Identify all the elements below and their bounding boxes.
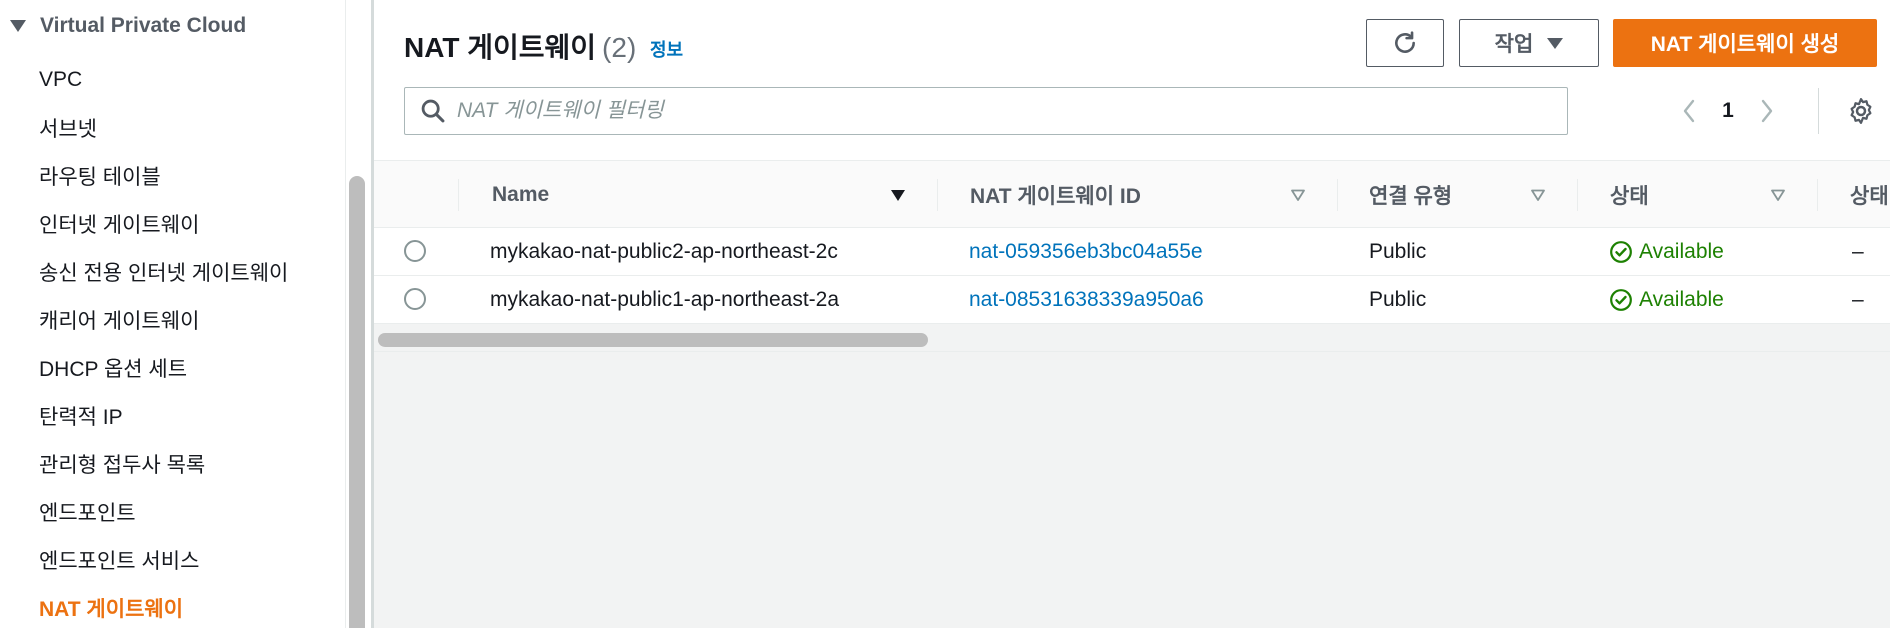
main-content: NAT 게이트웨이 (2) 정보 작업 NAT 게이트웨이 생성 NAT 게이트… (374, 0, 1890, 628)
cell-nat-gateway-id-link[interactable]: nat-08531638339a950a6 (969, 276, 1204, 324)
row-select-radio[interactable] (404, 288, 426, 310)
preferences-button[interactable] (1844, 94, 1878, 128)
table-header-row: Name NAT 게이트웨이 ID 연결 유형 상태 상태 (374, 160, 1890, 228)
column-header-id[interactable]: NAT 게이트웨이 ID (970, 161, 1141, 229)
sort-icon[interactable] (1290, 187, 1306, 203)
column-header-state[interactable]: 상태 (1610, 161, 1649, 229)
table-body: mykakao-nat-public2-ap-northeast-2c nat-… (374, 228, 1890, 324)
nav-item-internet-gateways[interactable]: 인터넷 게이트웨이 (39, 200, 288, 248)
cell-name: mykakao-nat-public1-ap-northeast-2a (490, 288, 840, 311)
refresh-button[interactable] (1366, 19, 1444, 67)
check-circle-icon (1610, 241, 1632, 263)
create-nat-gateway-button[interactable]: NAT 게이트웨이 생성 (1613, 19, 1877, 67)
cell-connectivity-type: Public (1369, 240, 1427, 263)
nav-section-title: Virtual Private Cloud (40, 14, 247, 37)
cell-state-message: – (1852, 240, 1864, 263)
cell-state-message: – (1852, 288, 1864, 311)
column-header-connectivity-type[interactable]: 연결 유형 (1369, 161, 1452, 229)
nav-item-prefix-lists[interactable]: 관리형 접두사 목록 (39, 440, 288, 488)
actions-label: 작업 (1494, 33, 1534, 56)
nav-item-endpoint-services[interactable]: 엔드포인트 서비스 (39, 536, 288, 584)
pagination-divider (1818, 88, 1819, 134)
caret-down-icon (10, 20, 26, 32)
table-row[interactable]: mykakao-nat-public1-ap-northeast-2a nat-… (374, 276, 1890, 324)
state-text: Available (1639, 240, 1724, 263)
column-separator (1577, 179, 1578, 211)
row-select-radio[interactable] (404, 240, 426, 262)
search-input[interactable] (457, 99, 1537, 123)
search-icon (421, 99, 445, 123)
column-header-name[interactable]: Name (492, 161, 549, 229)
sidebar-scrollbar-thumb[interactable] (349, 176, 365, 628)
actions-dropdown[interactable]: 작업 (1459, 19, 1599, 67)
item-count: (2) (602, 32, 637, 63)
cell-connectivity-type: Public (1369, 288, 1427, 311)
pagination-next[interactable] (1752, 92, 1782, 130)
cell-state: Available (1609, 276, 1724, 324)
nav-item-elastic-ip[interactable]: 탄력적 IP (39, 392, 288, 440)
sort-icon[interactable] (1530, 187, 1546, 203)
nav-item-egress-only-igw[interactable]: 송신 전용 인터넷 게이트웨이 (39, 248, 288, 296)
column-separator (1817, 179, 1818, 211)
nav-item-dhcp-options[interactable]: DHCP 옵션 세트 (39, 344, 288, 392)
sidebar: Virtual Private Cloud VPC 서브넷 라우팅 테이블 인터… (0, 0, 345, 628)
cell-nat-gateway-id-link[interactable]: nat-059356eb3bc04a55e (969, 228, 1203, 276)
gear-icon (1850, 98, 1872, 124)
chevron-left-icon (1683, 99, 1695, 123)
page-title: NAT 게이트웨이 (2) (404, 26, 636, 66)
page-title-text: NAT 게이트웨이 (404, 32, 597, 63)
pagination-current-page[interactable]: 1 (1704, 99, 1752, 123)
nav-section-vpc[interactable]: Virtual Private Cloud (10, 10, 246, 42)
nat-gateways-table: Name NAT 게이트웨이 ID 연결 유형 상태 상태 mykakao-na… (374, 160, 1890, 352)
pagination-prev[interactable] (1674, 92, 1704, 130)
caret-down-icon (1547, 37, 1564, 49)
cell-state: Available (1609, 228, 1724, 276)
horizontal-scrollbar-thumb[interactable] (378, 333, 928, 347)
app-root: Virtual Private Cloud VPC 서브넷 라우팅 테이블 인터… (0, 0, 1890, 628)
state-text: Available (1639, 288, 1724, 311)
sort-descending-icon[interactable] (890, 187, 906, 203)
nav-item-nat-gateways[interactable]: NAT 게이트웨이 (39, 584, 288, 628)
nav-item-subnets[interactable]: 서브넷 (39, 104, 288, 152)
column-separator (458, 179, 459, 211)
nav-list: VPC 서브넷 라우팅 테이블 인터넷 게이트웨이 송신 전용 인터넷 게이트웨… (39, 56, 288, 628)
table-horizontal-scrollbar (374, 324, 1890, 352)
column-separator (1337, 179, 1338, 211)
refresh-icon (1395, 31, 1415, 53)
table-row[interactable]: mykakao-nat-public2-ap-northeast-2c nat-… (374, 228, 1890, 276)
cell-name: mykakao-nat-public2-ap-northeast-2c (490, 240, 838, 263)
search-field (404, 87, 1568, 135)
column-separator (937, 179, 938, 211)
pagination: 1 (1674, 92, 1782, 130)
nav-item-carrier-gateways[interactable]: 캐리어 게이트웨이 (39, 296, 288, 344)
info-link[interactable]: 정보 (650, 36, 683, 62)
chevron-right-icon (1761, 99, 1773, 123)
nav-item-endpoints[interactable]: 엔드포인트 (39, 488, 288, 536)
column-header-state-message[interactable]: 상태 (1850, 161, 1889, 229)
nav-item-route-tables[interactable]: 라우팅 테이블 (39, 152, 288, 200)
check-circle-icon (1610, 289, 1632, 311)
nav-item-vpc[interactable]: VPC (39, 56, 288, 104)
table-header-panel: NAT 게이트웨이 (2) 정보 작업 NAT 게이트웨이 생성 NAT 게이트… (374, 0, 1890, 160)
sort-icon[interactable] (1770, 187, 1786, 203)
